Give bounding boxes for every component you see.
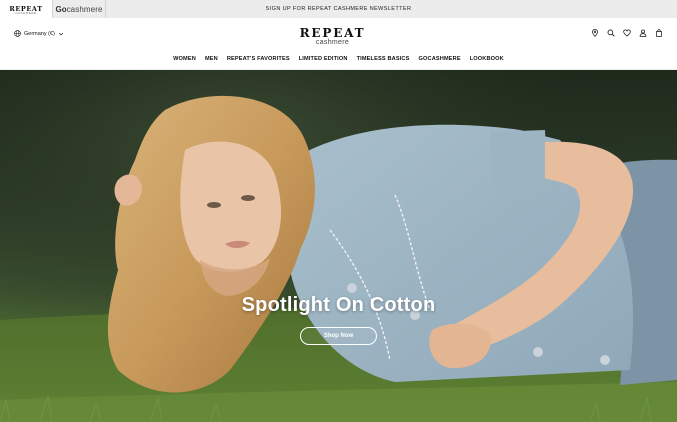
- location-pin-icon[interactable]: [590, 28, 599, 37]
- hero-banner[interactable]: Spotlight On Cotton Shop Now: [0, 70, 677, 422]
- user-icon[interactable]: [638, 28, 647, 37]
- header-icons: [590, 28, 663, 37]
- locale-selector[interactable]: Germany (€): [14, 30, 64, 37]
- site-header: Germany (€) REPEAT cashmere WOMEN MEN RE…: [0, 18, 677, 70]
- globe-icon: [14, 30, 21, 37]
- newsletter-signup-link[interactable]: SIGN UP FOR REPEAT CASHMERE NEWSLETTER: [200, 0, 477, 18]
- logo-wordmark: REPEAT: [299, 26, 366, 40]
- nav-item-men[interactable]: MEN: [205, 54, 218, 64]
- brand-tab-repeat[interactable]: REPEAT CASHMERE: [0, 0, 52, 18]
- nav-item-lookbook[interactable]: LOOKBOOK: [470, 54, 504, 64]
- logo-subtitle: cashmere: [315, 39, 350, 46]
- brand-tab-gocashmere[interactable]: Go cashmere: [52, 0, 106, 18]
- brand-repeat-subtitle: CASHMERE: [15, 11, 37, 15]
- site-logo[interactable]: REPEAT cashmere: [290, 27, 375, 47]
- brand-go-suffix: cashmere: [66, 4, 103, 14]
- locale-label: Germany (€): [24, 30, 55, 37]
- search-icon[interactable]: [606, 28, 615, 37]
- hero-image: [0, 70, 677, 422]
- main-nav: WOMEN MEN REPEAT'S FAVORITES LIMITED EDI…: [0, 54, 677, 64]
- top-bar: REPEAT CASHMERE Go cashmere SIGN UP FOR R…: [0, 0, 677, 18]
- nav-item-timeless-basics[interactable]: TIMELESS BASICS: [357, 54, 410, 64]
- heart-icon[interactable]: [622, 28, 631, 37]
- nav-item-women[interactable]: WOMEN: [173, 54, 196, 64]
- nav-item-repeats-favorites[interactable]: REPEAT'S FAVORITES: [227, 54, 290, 64]
- bag-icon[interactable]: [654, 28, 663, 37]
- brand-go-prefix: Go: [55, 4, 67, 14]
- hero-title: Spotlight On Cotton: [241, 294, 436, 316]
- chevron-down-icon: [58, 32, 63, 35]
- nav-item-gocashmere[interactable]: GOCASHMERE: [419, 54, 461, 64]
- shop-now-button[interactable]: Shop Now: [300, 327, 377, 345]
- nav-item-limited-edition[interactable]: LIMITED EDITION: [299, 54, 348, 64]
